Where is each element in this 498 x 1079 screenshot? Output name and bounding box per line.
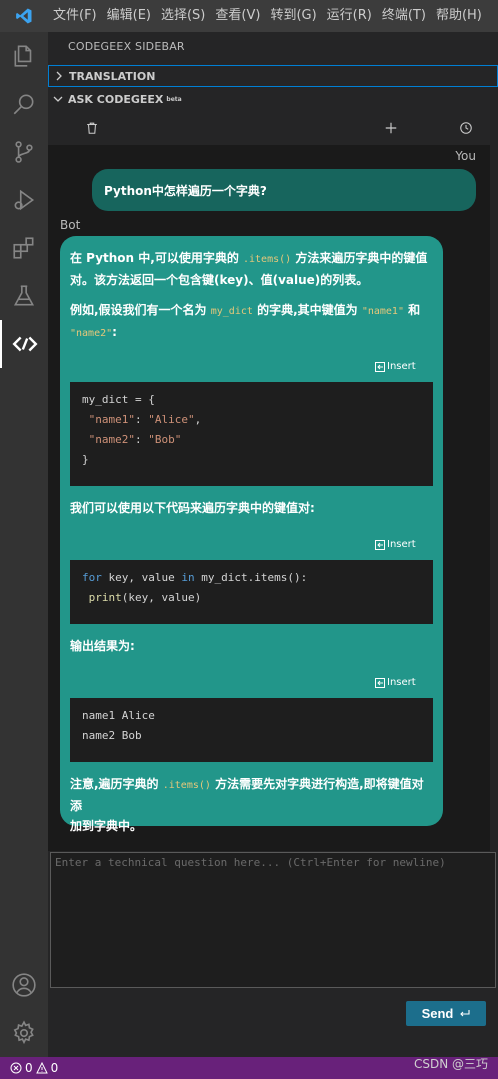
history-icon[interactable]: [456, 118, 476, 138]
extensions-icon[interactable]: [0, 224, 48, 272]
search-icon[interactable]: [0, 80, 48, 128]
send-label: Send: [421, 1006, 454, 1021]
codegeex-sidebar: CODEGEEX SIDEBAR TRANSLATION ASK CODEGEE…: [48, 32, 498, 1057]
inline-code: .items(): [162, 780, 211, 791]
translation-section-label: TRANSLATION: [69, 69, 156, 83]
menu-edit[interactable]: 编辑(E): [102, 0, 156, 32]
chat-panel[interactable]: You Python中怎样遍历一个字典? Bot 在 Python 中,可以使用…: [48, 145, 490, 851]
problems-status[interactable]: 0 0: [10, 1061, 58, 1075]
inline-code: .items(): [243, 254, 292, 265]
code-token: "name2": [82, 433, 135, 446]
code-line: }: [82, 453, 89, 466]
menu-go[interactable]: 转到(G): [265, 0, 321, 32]
insert-button-3[interactable]: Insert: [375, 677, 416, 688]
insert-icon: [375, 361, 385, 372]
bot-paragraph-4: 输出结果为:: [70, 639, 135, 653]
chat-toolbar: [48, 114, 498, 142]
code-token: ,: [194, 413, 202, 426]
insert-icon: [375, 539, 385, 550]
code-token: (key, value): [121, 591, 202, 604]
menu-view[interactable]: 查看(V): [210, 0, 265, 32]
insert-icon: [375, 677, 385, 688]
code-block-loop: for key, value in my_dict.items(): print…: [70, 560, 433, 624]
chat-scrollbar[interactable]: [490, 145, 498, 851]
bot-paragraph-5: 注意,遍历字典的 .items() 方法需要先对字典进行构造,即将键值对添 加到…: [70, 774, 435, 836]
bot-message-bubble: 在 Python 中,可以使用字典的 .items() 方法来遍历字典中的键值 …: [60, 236, 443, 833]
run-debug-icon[interactable]: [0, 176, 48, 224]
menu-run[interactable]: 运行(R): [322, 0, 377, 32]
inline-code: "name2": [70, 328, 113, 339]
code-token: "Bob": [148, 433, 182, 446]
text-span: 加到字典中。: [70, 819, 143, 833]
code-token: my_dict.items():: [194, 571, 308, 584]
translation-section-header[interactable]: TRANSLATION: [48, 65, 498, 87]
menu-selection[interactable]: 选择(S): [156, 0, 210, 32]
beta-badge: beta: [166, 95, 182, 103]
sidebar-title: CODEGEEX SIDEBAR: [68, 40, 185, 53]
text-span: 注意,遍历字典的: [70, 777, 163, 791]
chevron-right-icon: [49, 71, 69, 81]
ask-codegeex-section-header[interactable]: ASK CODEGEEX beta: [48, 88, 498, 110]
chevron-down-icon: [48, 94, 68, 104]
testing-icon[interactable]: [0, 272, 48, 320]
text-span: 方法来遍历字典中的键值: [291, 251, 428, 265]
menu-file[interactable]: 文件(F): [48, 0, 102, 32]
inline-code: my_dict: [210, 306, 253, 317]
you-label: You: [455, 149, 476, 163]
source-control-icon[interactable]: [0, 128, 48, 176]
csdn-watermark: CSDN @三巧: [414, 1057, 489, 1071]
codegeex-icon[interactable]: [0, 320, 48, 368]
settings-gear-icon[interactable]: [0, 1009, 48, 1057]
new-chat-plus-icon[interactable]: [381, 118, 401, 138]
text-span: 的字典,其中键值为: [252, 303, 362, 317]
insert-button-2[interactable]: Insert: [375, 539, 416, 550]
bot-paragraph-2: 例如,假设我们有一个名为 my_dict 的字典,其中键值为 "name1" 和…: [70, 300, 435, 344]
code-token: "Alice": [148, 413, 195, 426]
menu-help[interactable]: 帮助(H): [431, 0, 487, 32]
text-span: :: [112, 325, 117, 339]
code-block-dict: my_dict = { "name1": "Alice", "name2": "…: [70, 382, 433, 486]
text-span: 和: [403, 303, 421, 317]
code-token: key, value: [101, 571, 182, 584]
insert-button-1[interactable]: Insert: [375, 361, 416, 372]
code-token: "name1": [82, 413, 135, 426]
text-span: 对。该方法返回一个包含键(key)、值(value)的列表。: [70, 273, 369, 287]
code-block-output: name1 Alice name2 Bob: [70, 698, 433, 762]
bot-paragraph-3: 我们可以使用以下代码来遍历字典中的键值对:: [70, 501, 315, 515]
warning-icon: [35, 1062, 48, 1074]
account-icon[interactable]: [0, 961, 48, 1009]
code-token: :: [134, 433, 149, 446]
code-token: for: [82, 571, 102, 584]
bot-label: Bot: [60, 218, 81, 232]
text-span: 例如,假设我们有一个名为: [70, 303, 211, 317]
code-line: name2 Bob: [82, 729, 142, 742]
insert-label: Insert: [387, 361, 416, 372]
error-icon: [10, 1062, 22, 1074]
menu-bar: 文件(F) 编辑(E) 选择(S) 查看(V) 转到(G) 运行(R) 终端(T…: [0, 0, 498, 32]
ask-codegeex-label: ASK CODEGEEX: [68, 92, 164, 106]
code-line: my_dict = {: [82, 393, 155, 406]
user-message-bubble: Python中怎样遍历一个字典?: [92, 169, 476, 211]
files-icon[interactable]: [0, 32, 48, 80]
send-button[interactable]: Send: [406, 1001, 486, 1026]
menu-terminal[interactable]: 终端(T): [377, 0, 431, 32]
warning-count: 0: [50, 1061, 59, 1075]
question-input[interactable]: [50, 852, 496, 988]
insert-label: Insert: [387, 677, 416, 688]
inline-code: "name1": [361, 306, 404, 317]
activity-bar: [0, 32, 48, 1057]
code-token: print: [82, 591, 122, 604]
clear-chat-trash-icon[interactable]: [82, 118, 102, 138]
code-line: name1 Alice: [82, 709, 155, 722]
code-token: :: [134, 413, 149, 426]
vscode-logo-icon: [0, 0, 48, 32]
bot-paragraph-1: 在 Python 中,可以使用字典的 .items() 方法来遍历字典中的键值 …: [70, 248, 435, 290]
text-span: 在 Python 中,可以使用字典的: [70, 251, 243, 265]
code-token: in: [181, 571, 195, 584]
insert-label: Insert: [387, 539, 416, 550]
error-count: 0: [25, 1061, 33, 1075]
enter-key-icon: [460, 1010, 470, 1017]
